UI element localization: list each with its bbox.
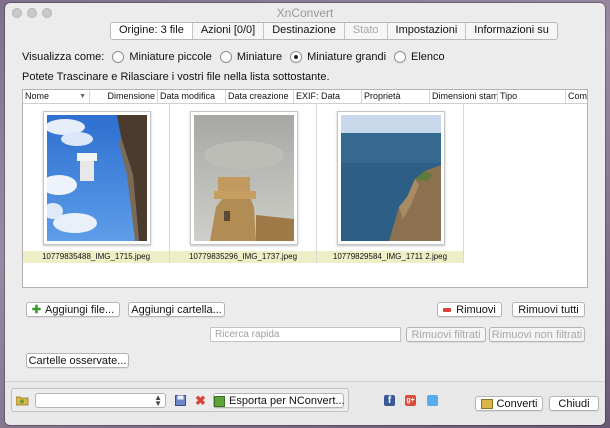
view-option-large-label: Miniature grandi xyxy=(307,51,387,63)
file-item[interactable]: 10779835296_IMG_1737.jpeg xyxy=(170,104,317,263)
add-files-label: Aggiungi file... xyxy=(45,304,115,316)
list-header: Nome ▼ Dimensione Data modifica Data crea… xyxy=(23,90,587,104)
export-label: Esporta per NConvert... xyxy=(229,395,345,407)
remove-icon xyxy=(443,308,452,313)
watched-folders-button[interactable]: Cartelle osservate... xyxy=(26,353,129,368)
convert-button[interactable]: Converti xyxy=(475,396,543,411)
window-title: XnConvert xyxy=(276,6,334,20)
view-option-list-label: Elenco xyxy=(411,51,445,63)
file-list[interactable]: Nome ▼ Dimensione Data modifica Data crea… xyxy=(22,89,588,288)
radio-small[interactable] xyxy=(112,51,125,63)
drag-drop-hint: Potete Trascinare e Rilasciare i vostri … xyxy=(22,71,330,83)
view-option-list[interactable]: Elenco xyxy=(394,51,445,63)
app-window: XnConvert Origine: 3 file Azioni [0/0] D… xyxy=(5,3,605,425)
convert-icon xyxy=(480,399,493,410)
tab-bar: Origine: 3 file Azioni [0/0] Destinazion… xyxy=(110,22,558,40)
remove-label: Rimuovi xyxy=(456,304,496,316)
col-data-modifica[interactable]: Data modifica xyxy=(158,90,226,103)
save-icon[interactable] xyxy=(175,395,186,406)
col-proprieta[interactable]: Proprietà xyxy=(362,90,430,103)
view-mode-label: Visualizza come: xyxy=(22,51,105,63)
file-name: 10779829584_IMG_1711 2.jpeg xyxy=(317,251,463,263)
col-dimensioni-stamp[interactable]: Dimensioni stamp xyxy=(430,90,498,103)
col-data-creazione[interactable]: Data creazione xyxy=(226,90,294,103)
thumbnail-lighthouse xyxy=(43,111,151,245)
add-files-button[interactable]: ✚ Aggiungi file... xyxy=(26,302,120,317)
col-dimensione[interactable]: Dimensione xyxy=(90,90,158,103)
updown-arrow-icon: ▲ ▼ xyxy=(154,393,162,408)
view-option-small-label: Miniature piccole xyxy=(129,51,212,63)
col-tipo[interactable]: Tipo xyxy=(498,90,566,103)
minimize-window-button[interactable] xyxy=(27,8,37,18)
tab-informazioni[interactable]: Informazioni su xyxy=(466,23,557,39)
view-mode-group: Visualizza come: Miniature piccole Minia… xyxy=(22,51,445,63)
thumbnail-tower xyxy=(190,111,298,245)
sort-down-icon: ▼ xyxy=(79,93,86,100)
remove-unfiltered-button[interactable]: Rimuovi non filtrati xyxy=(489,327,585,342)
lighthouse-image xyxy=(47,115,147,241)
tab-stato[interactable]: Stato xyxy=(345,23,388,39)
remove-all-button[interactable]: Rimuovi tutti xyxy=(512,302,585,317)
view-option-medium[interactable]: Miniature xyxy=(219,51,283,63)
radio-list[interactable] xyxy=(394,51,407,63)
bottom-toolbar: ▲ ▼ ✖ Esporta per NConvert... f g+ Conver… xyxy=(5,381,605,425)
col-comm[interactable]: Comm xyxy=(566,90,587,103)
convert-label: Converti xyxy=(496,398,538,410)
view-option-medium-label: Miniature xyxy=(236,51,283,63)
remove-filtered-button[interactable]: Rimuovi filtrati xyxy=(406,327,486,342)
add-folder-button[interactable]: Aggiungi cartella... xyxy=(128,302,225,317)
col-exif-data[interactable]: EXIF: Data xyxy=(294,90,362,103)
facebook-icon[interactable]: f xyxy=(384,395,395,406)
tab-destinazione[interactable]: Destinazione xyxy=(264,23,345,39)
radio-large-selected[interactable] xyxy=(290,51,303,63)
delete-icon[interactable]: ✖ xyxy=(195,393,206,409)
export-icon xyxy=(214,395,225,407)
cliff-image xyxy=(341,115,441,241)
tab-impostazioni[interactable]: Impostazioni xyxy=(388,23,467,39)
remove-button[interactable]: Rimuovi xyxy=(437,302,502,317)
thumbnail-cliff xyxy=(337,111,445,245)
tab-azioni[interactable]: Azioni [0/0] xyxy=(193,23,265,39)
radio-medium[interactable] xyxy=(219,51,232,63)
quick-search-input[interactable] xyxy=(210,327,401,342)
google-plus-icon[interactable]: g+ xyxy=(405,395,416,406)
file-item[interactable]: 10779835488_IMG_1715.jpeg xyxy=(23,104,170,263)
twitter-icon[interactable] xyxy=(427,395,438,406)
tower-image xyxy=(194,115,294,241)
col-nome-label: Nome xyxy=(25,91,50,101)
col-nome[interactable]: Nome ▼ xyxy=(23,90,90,103)
plus-icon: ✚ xyxy=(31,304,42,316)
zoom-window-button[interactable] xyxy=(42,8,52,18)
close-window-button[interactable] xyxy=(12,8,22,18)
view-option-large[interactable]: Miniature grandi xyxy=(290,51,386,63)
close-button[interactable]: Chiudi xyxy=(549,396,599,411)
tab-origine[interactable]: Origine: 3 file xyxy=(111,23,193,39)
export-nconvert-button[interactable]: Esporta per NConvert... xyxy=(213,393,345,408)
file-name: 10779835488_IMG_1715.jpeg xyxy=(23,251,169,263)
folder-icon[interactable] xyxy=(16,395,29,406)
preset-combo[interactable]: ▲ ▼ xyxy=(35,393,166,408)
file-name: 10779835296_IMG_1737.jpeg xyxy=(170,251,316,263)
preset-group: ▲ ▼ ✖ Esporta per NConvert... xyxy=(11,388,349,412)
view-option-small[interactable]: Miniature piccole xyxy=(112,51,212,63)
file-item[interactable]: 10779829584_IMG_1711 2.jpeg xyxy=(317,104,464,263)
